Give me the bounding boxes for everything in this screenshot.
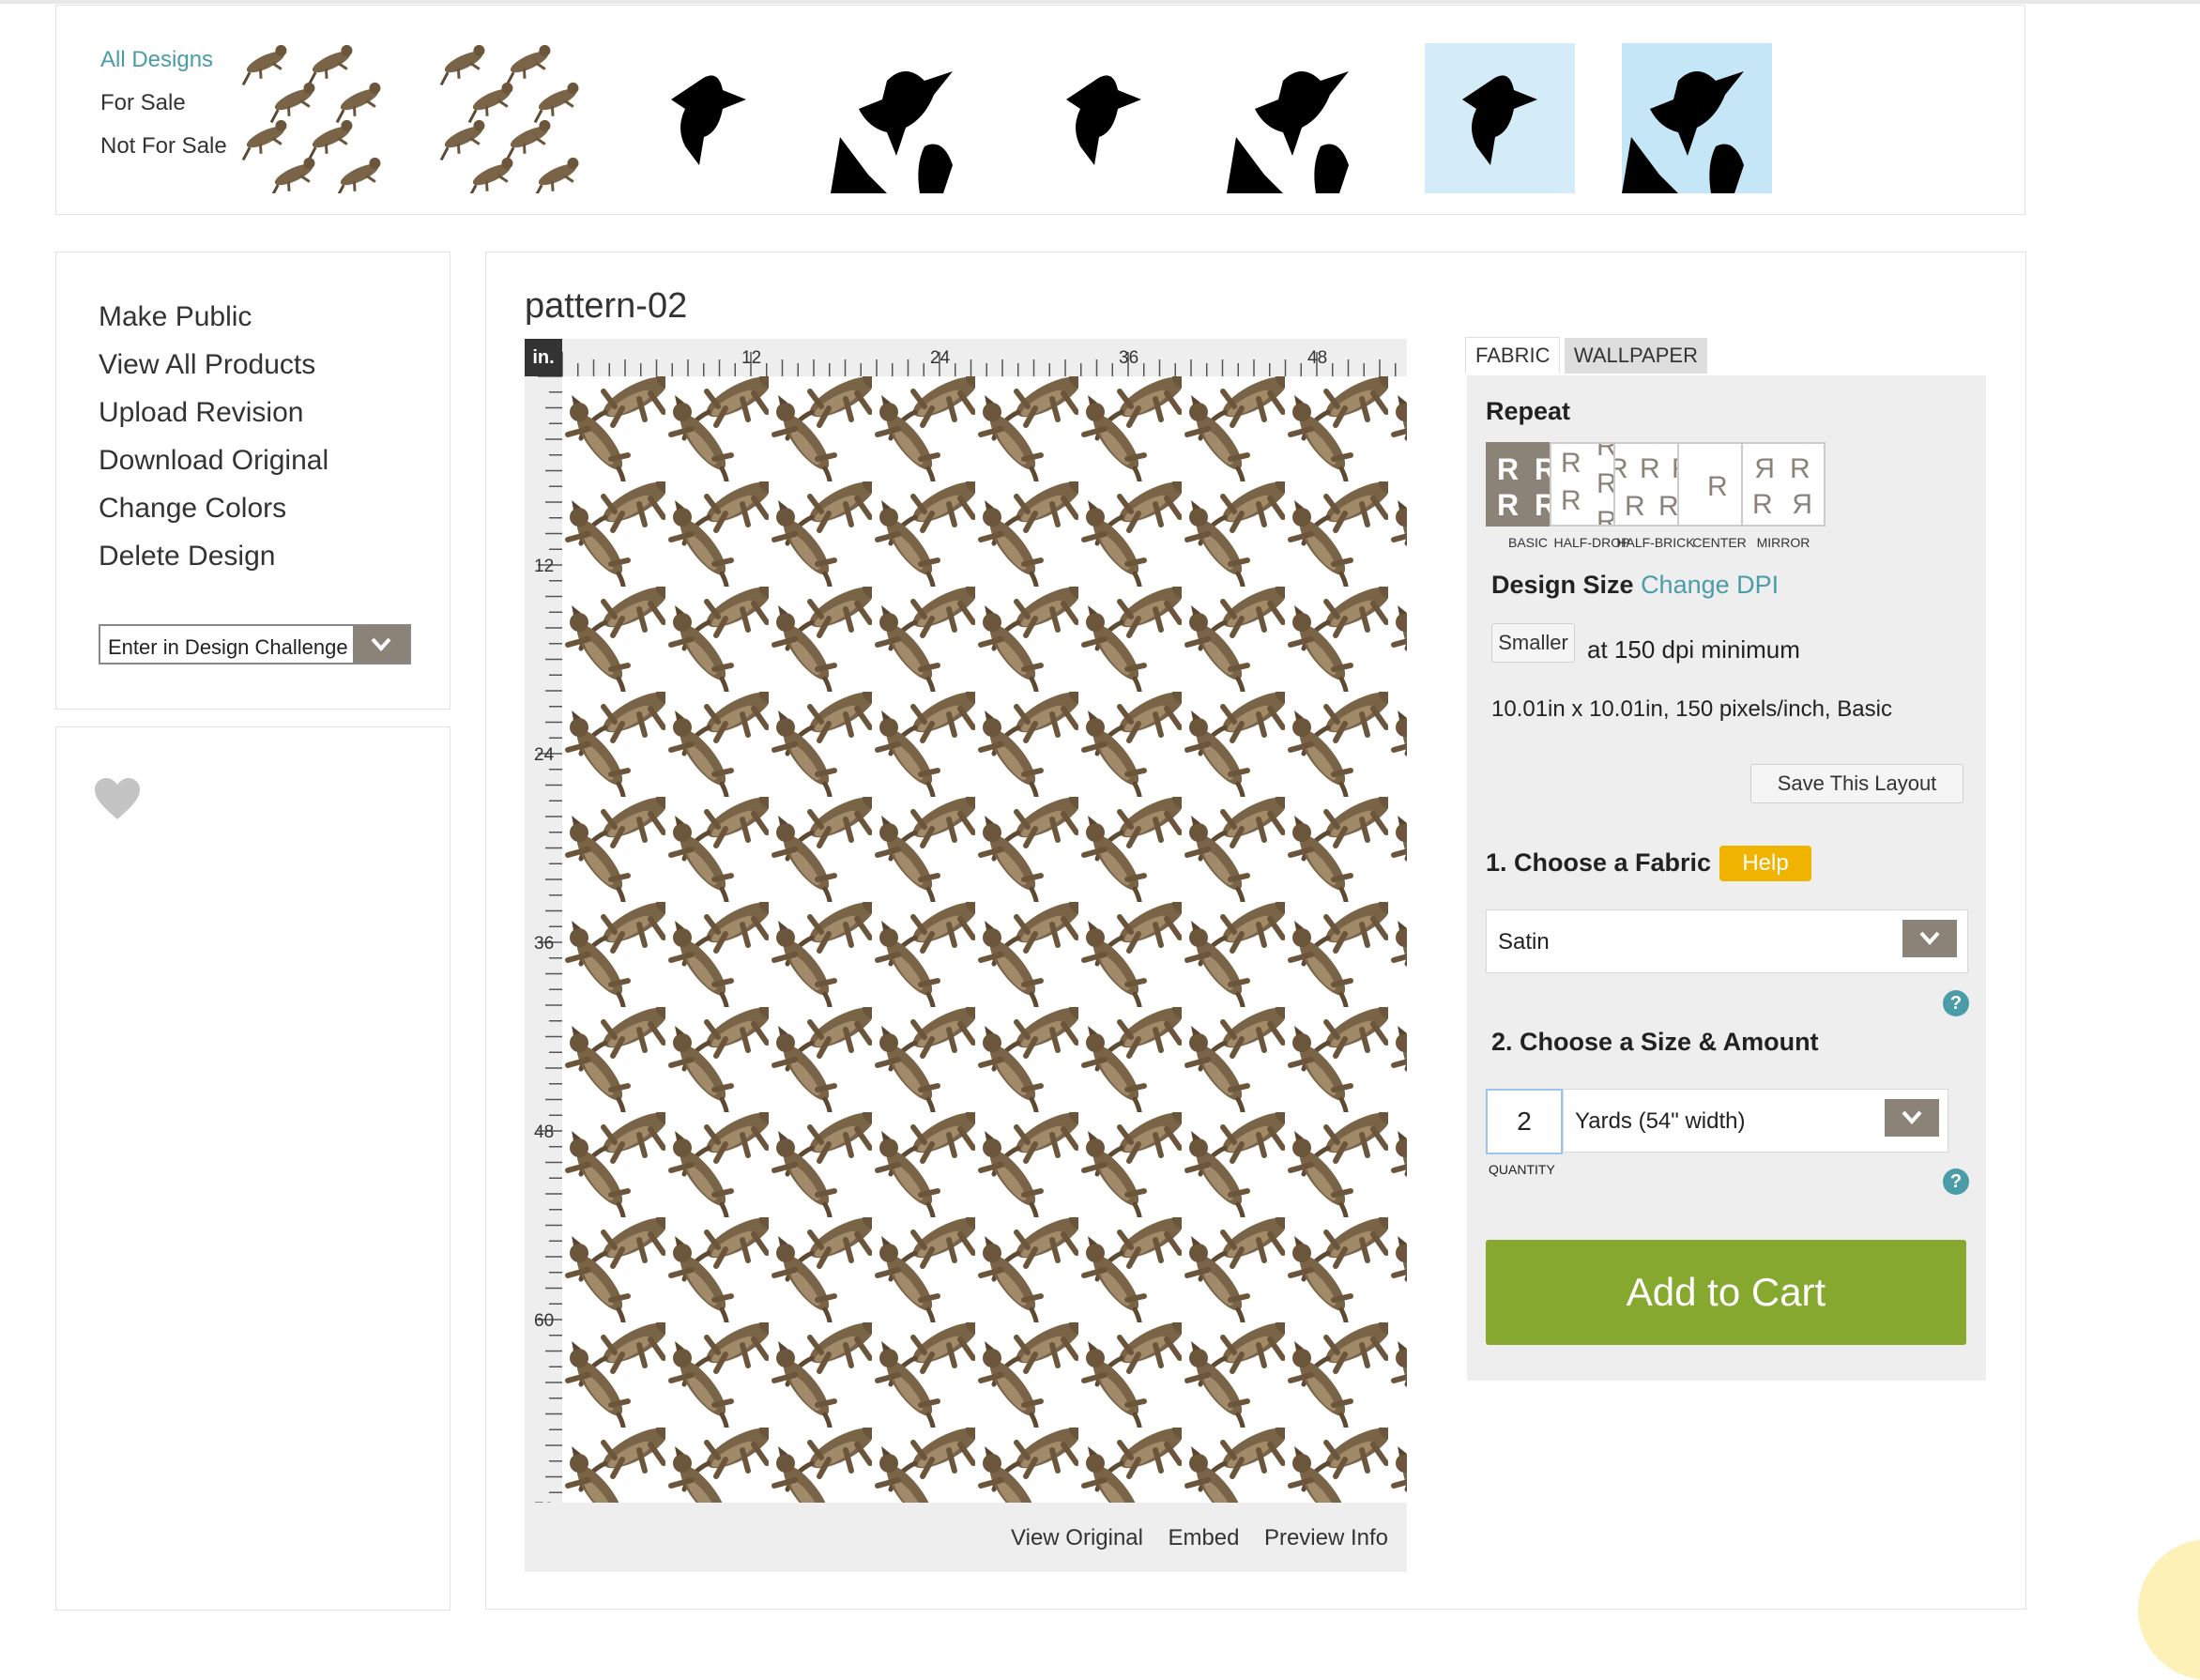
design-strip: All Designs For Sale Not For Sale — [55, 5, 2025, 215]
make-public-link[interactable]: Make Public — [99, 301, 252, 333]
chevron-down-icon — [353, 626, 409, 663]
ruler-left: 12 24 36 48 60 72 — [525, 376, 562, 1503]
thumbnail-crow-silhouette-4[interactable] — [1227, 43, 1377, 193]
quantity-label: QUANTITY — [1489, 1162, 1555, 1177]
svg-text:R: R — [1640, 453, 1660, 484]
svg-text:R: R — [1561, 485, 1581, 516]
ruler-left-label: 12 — [534, 557, 554, 576]
size-unit-select[interactable]: Yards (54" width) — [1563, 1089, 1948, 1153]
thumbnail-cat-pattern-1[interactable] — [237, 43, 388, 193]
repeat-mirror-label: MIRROR — [1756, 535, 1810, 550]
ruler-top-label: 24 — [930, 348, 951, 368]
filter-all-designs[interactable]: All Designs — [100, 38, 227, 82]
preview-links: View Original Embed Preview Info — [990, 1525, 1388, 1551]
svg-text:R: R — [1752, 489, 1773, 520]
thumbnail-crow-silhouette-2[interactable] — [831, 43, 981, 193]
ruler-left-label: 24 — [534, 745, 555, 765]
product-options-panel: Repeat RR RR BASIC RR RRR HALF-DROP R R … — [1467, 375, 1986, 1381]
design-size-heading: Design Size Change DPI — [1491, 571, 1779, 600]
chevron-down-icon — [1885, 1099, 1939, 1137]
size-help-icon[interactable]: ? — [1943, 1168, 1969, 1195]
design-actions-menu: Make Public View All Products Upload Rev… — [55, 252, 451, 710]
svg-text:R: R — [1561, 448, 1581, 479]
ruler-top-label: 36 — [1119, 348, 1138, 368]
fabric-select[interactable]: Satin — [1486, 909, 1968, 973]
dpi-minimum-text: at 150 dpi minimum — [1587, 635, 1800, 664]
design-title: pattern-02 — [525, 286, 688, 326]
ruler-left-label: 60 — [534, 1311, 554, 1331]
corner-decoration — [2138, 1539, 2200, 1680]
svg-text:R: R — [1792, 489, 1812, 520]
thumbnail-crow-silhouette-1[interactable] — [634, 43, 784, 193]
thumbnail-cat-pattern-2[interactable] — [435, 43, 586, 193]
size-unit-value: Yards (54" width) — [1575, 1108, 1746, 1134]
change-dpi-link[interactable]: Change DPI — [1641, 571, 1779, 599]
save-layout-button[interactable]: Save This Layout — [1750, 764, 1963, 803]
embed-link[interactable]: Embed — [1168, 1525, 1239, 1550]
download-original-link[interactable]: Download Original — [99, 445, 328, 477]
choose-fabric-heading: 1. Choose a Fabric — [1486, 848, 1712, 877]
design-dimensions-text: 10.01in x 10.01in, 150 pixels/inch, Basi… — [1491, 696, 1892, 722]
repeat-heading: Repeat — [1486, 397, 1571, 425]
ruler-top: 12 24 36 48 — [525, 339, 1407, 376]
svg-text:R: R — [1625, 491, 1645, 522]
ruler-left-label: 36 — [534, 934, 554, 954]
size-amount-heading: 2. Choose a Size & Amount — [1491, 1028, 1819, 1056]
smaller-button[interactable]: Smaller — [1491, 623, 1575, 663]
ruler-left-label: 48 — [534, 1123, 554, 1142]
svg-text:R: R — [1754, 453, 1775, 484]
view-original-link[interactable]: View Original — [1011, 1525, 1143, 1550]
quantity-input[interactable]: 2 — [1486, 1089, 1563, 1154]
svg-text:R: R — [1615, 453, 1628, 484]
fabric-select-value: Satin — [1498, 929, 1550, 955]
thumbnail-crow-silhouette-3[interactable] — [1029, 43, 1179, 193]
svg-text:R: R — [1790, 453, 1810, 484]
ruler-unit-badge: in. — [525, 339, 562, 376]
chevron-down-icon — [1902, 920, 1957, 957]
thumbnail-crow-blue-2[interactable] — [1622, 43, 1772, 193]
preview-info-link[interactable]: Preview Info — [1264, 1525, 1388, 1550]
top-border — [0, 0, 2200, 4]
tab-fabric[interactable]: FABRIC — [1465, 337, 1561, 374]
add-to-cart-button[interactable]: Add to Cart — [1486, 1240, 1966, 1345]
ruler-top-label: 12 — [741, 348, 761, 368]
pattern-preview-image — [562, 376, 1407, 1503]
design-main-panel: pattern-02 12 24 36 48 in. 12 24 36 48 60 72 — [485, 252, 2026, 1610]
ruler-top-label: 48 — [1307, 348, 1327, 368]
favorite-panel — [55, 726, 451, 1611]
tab-wallpaper[interactable]: WALLPAPER — [1564, 338, 1707, 374]
ruler-left-label: 72 — [534, 1500, 554, 1503]
heart-icon[interactable] — [93, 776, 142, 826]
help-button[interactable]: Help — [1719, 846, 1811, 881]
design-size-label: Design Size — [1491, 571, 1634, 599]
fabric-help-icon[interactable]: ? — [1943, 990, 1969, 1016]
filter-for-sale[interactable]: For Sale — [100, 82, 227, 125]
delete-design-link[interactable]: Delete Design — [99, 541, 275, 573]
view-all-products-link[interactable]: View All Products — [99, 349, 315, 381]
upload-revision-link[interactable]: Upload Revision — [99, 397, 303, 429]
thumbnail-crow-blue-1[interactable] — [1425, 43, 1575, 193]
filter-not-for-sale[interactable]: Not For Sale — [100, 125, 227, 168]
svg-text:R: R — [1658, 491, 1679, 522]
svg-text:R: R — [1497, 452, 1519, 486]
design-challenge-value: Enter in Design Challenge — [108, 635, 348, 659]
svg-text:R: R — [1707, 471, 1728, 502]
svg-text:R: R — [1497, 488, 1519, 522]
design-filters: All Designs For Sale Not For Sale — [100, 38, 227, 168]
change-colors-link[interactable]: Change Colors — [99, 493, 286, 525]
product-tabs: FABRIC WALLPAPER — [1465, 337, 1707, 374]
design-preview: 12 24 36 48 in. 12 24 36 48 60 72 — [525, 339, 1407, 1572]
design-challenge-select[interactable]: Enter in Design Challenge — [99, 624, 411, 664]
repeat-mirror-option[interactable]: R R R R — [1741, 442, 1826, 527]
